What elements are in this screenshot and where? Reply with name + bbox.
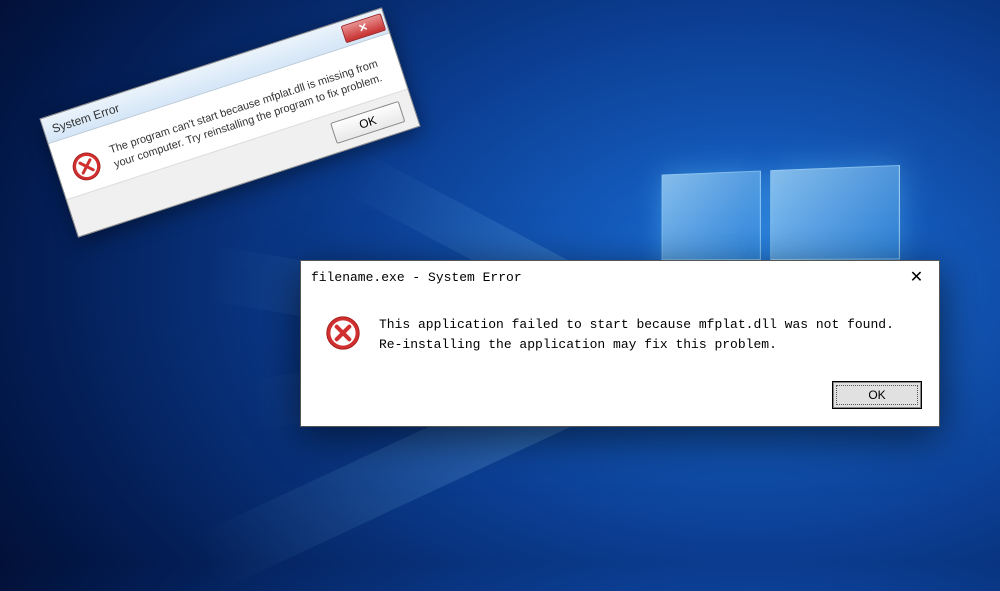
windows-logo-pane xyxy=(662,171,761,261)
close-icon: ✕ xyxy=(357,20,370,35)
dialog-titlebar[interactable]: filename.exe - System Error ✕ xyxy=(301,261,939,293)
windows-logo-pane xyxy=(770,165,900,260)
dialog-title: filename.exe - System Error xyxy=(311,270,522,285)
system-error-dialog-modern: filename.exe - System Error ✕ This appli… xyxy=(300,260,940,427)
close-button[interactable]: ✕ xyxy=(894,261,939,293)
close-icon: ✕ xyxy=(910,267,923,287)
ok-button[interactable]: OK xyxy=(833,382,921,408)
error-icon xyxy=(325,315,361,351)
error-message: This application failed to start because… xyxy=(379,315,915,354)
system-error-dialog-classic: System Error ✕ The program can't start b… xyxy=(39,7,420,237)
error-icon xyxy=(68,148,106,186)
